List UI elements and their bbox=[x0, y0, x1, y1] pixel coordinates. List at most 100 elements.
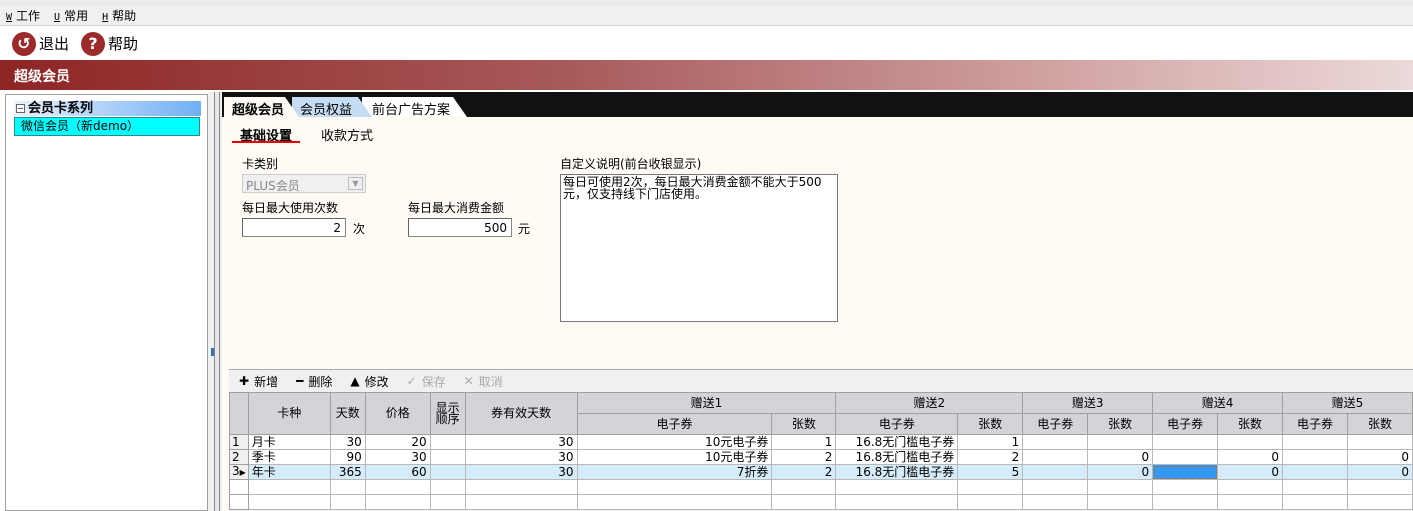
col-gift4-coupon[interactable]: 电子券 bbox=[1152, 413, 1219, 435]
row-number[interactable] bbox=[229, 479, 249, 495]
cell-g1c[interactable]: 10元电子券 bbox=[576, 434, 773, 450]
cell-valid[interactable]: 30 bbox=[464, 449, 578, 465]
cell-g1c[interactable] bbox=[576, 494, 773, 510]
cell-card[interactable]: 年卡 bbox=[247, 464, 331, 480]
col-gift1-count[interactable]: 张数 bbox=[771, 413, 837, 435]
cell-valid[interactable] bbox=[464, 494, 578, 510]
cell-order[interactable] bbox=[429, 464, 466, 480]
cell-g3c[interactable] bbox=[1022, 434, 1089, 450]
col-valid-days[interactable]: 券有效天数 bbox=[464, 392, 578, 435]
splitter-handle[interactable] bbox=[214, 92, 220, 511]
help-button[interactable]: ? 帮助 bbox=[81, 31, 138, 56]
col-gift2-count[interactable]: 张数 bbox=[957, 413, 1024, 435]
cell-g3c[interactable] bbox=[1022, 479, 1089, 495]
cell-price[interactable]: 60 bbox=[364, 464, 431, 480]
cell-g2n[interactable]: 1 bbox=[957, 434, 1024, 450]
cell-g2c[interactable]: 16.8无门槛电子券 bbox=[835, 449, 959, 465]
menu-work[interactable]: W 工作 bbox=[6, 7, 40, 24]
cell-g5n[interactable]: 0 bbox=[1346, 449, 1413, 465]
row-number[interactable] bbox=[229, 494, 249, 510]
col-gift4-count[interactable]: 张数 bbox=[1217, 413, 1283, 435]
max-amount-input[interactable]: 500 bbox=[408, 218, 512, 237]
cell-card[interactable]: 月卡 bbox=[247, 434, 331, 450]
cell-g4n[interactable]: 0 bbox=[1217, 449, 1283, 465]
cell-g5n[interactable]: 0 bbox=[1346, 464, 1413, 480]
cell-g4c[interactable] bbox=[1152, 449, 1219, 465]
cell-g5c[interactable] bbox=[1282, 494, 1348, 510]
cell-g1n[interactable]: 2 bbox=[771, 449, 837, 465]
cell-g5c[interactable] bbox=[1282, 464, 1348, 480]
cell-price[interactable] bbox=[364, 494, 431, 510]
cell-g2n[interactable] bbox=[957, 479, 1024, 495]
cell-g4n[interactable] bbox=[1217, 434, 1283, 450]
cell-card[interactable]: 季卡 bbox=[247, 449, 331, 465]
menu-common[interactable]: U 常用 bbox=[54, 7, 88, 24]
cell-g5n[interactable] bbox=[1346, 494, 1413, 510]
cell-valid[interactable]: 30 bbox=[464, 464, 578, 480]
max-uses-input[interactable]: 2 bbox=[242, 218, 346, 237]
table-row[interactable]: 2 季卡 90 30 30 10元电子券 2 16.8无门槛电子券 2 0 0 0 bbox=[229, 449, 1413, 465]
cell-order[interactable] bbox=[429, 479, 466, 495]
exit-button[interactable]: ↺ 退出 bbox=[12, 31, 69, 56]
cell-order[interactable] bbox=[429, 449, 466, 465]
card-type-select[interactable]: PLUS会员 ▼ bbox=[242, 174, 366, 193]
cell-g5c[interactable] bbox=[1282, 434, 1348, 450]
table-row[interactable]: 1 月卡 30 20 30 10元电子券 1 16.8无门槛电子券 1 bbox=[229, 434, 1413, 450]
cancel-button[interactable]: ✕ 取消 bbox=[464, 373, 503, 390]
cell-price[interactable]: 20 bbox=[364, 434, 431, 450]
cell-g3n[interactable] bbox=[1087, 494, 1154, 510]
cell-days[interactable]: 90 bbox=[329, 449, 366, 465]
cell-g1c[interactable]: 10元电子券 bbox=[576, 449, 773, 465]
col-card[interactable]: 卡种 bbox=[247, 392, 331, 435]
cell-g4c[interactable] bbox=[1152, 494, 1219, 510]
cell-g4c[interactable] bbox=[1152, 464, 1219, 480]
cell-g2c[interactable]: 16.8无门槛电子券 bbox=[835, 464, 959, 480]
cell-g4c[interactable] bbox=[1152, 479, 1219, 495]
tab-super-member[interactable]: 超级会员 bbox=[224, 97, 299, 117]
cell-g1n[interactable] bbox=[771, 479, 837, 495]
cell-card[interactable] bbox=[247, 494, 331, 510]
cell-g1n[interactable]: 2 bbox=[771, 464, 837, 480]
cell-g3n[interactable] bbox=[1087, 434, 1154, 450]
cell-g2c[interactable] bbox=[835, 479, 959, 495]
tab-member-benefits[interactable]: 会员权益 bbox=[292, 97, 372, 117]
tree-root[interactable]: − 会员卡系列 bbox=[14, 101, 201, 116]
subtab-payment-methods[interactable]: 收款方式 bbox=[321, 125, 373, 144]
cell-g2c[interactable] bbox=[835, 494, 959, 510]
cell-order[interactable] bbox=[429, 494, 466, 510]
cell-days[interactable]: 365 bbox=[329, 464, 366, 480]
row-number[interactable]: 1 bbox=[229, 434, 249, 450]
cell-g3c[interactable] bbox=[1022, 464, 1089, 480]
memo-textarea[interactable]: 每日可使用2次，每日最大消费金额不能大于500元，仅支持线下门店使用。 bbox=[560, 174, 838, 322]
cell-g3c[interactable] bbox=[1022, 449, 1089, 465]
cell-g2n[interactable]: 5 bbox=[957, 464, 1024, 480]
table-row[interactable]: 3▶ 年卡 365 60 30 7折券 2 16.8无门槛电子券 5 0 0 0 bbox=[229, 464, 1413, 480]
cell-g4n[interactable]: 0 bbox=[1217, 464, 1283, 480]
cell-valid[interactable] bbox=[464, 479, 578, 495]
cell-card[interactable] bbox=[247, 479, 331, 495]
cell-g3n[interactable] bbox=[1087, 479, 1154, 495]
col-gift5-coupon[interactable]: 电子券 bbox=[1282, 413, 1348, 435]
cell-g3c[interactable] bbox=[1022, 494, 1089, 510]
col-gift3-count[interactable]: 张数 bbox=[1087, 413, 1154, 435]
save-button[interactable]: ✓ 保存 bbox=[407, 373, 446, 390]
cell-g1n[interactable]: 1 bbox=[771, 434, 837, 450]
cell-g4c[interactable] bbox=[1152, 434, 1219, 450]
cell-days[interactable] bbox=[329, 494, 366, 510]
cell-g1c[interactable] bbox=[576, 479, 773, 495]
tree-item[interactable]: 微信会员（新demo） bbox=[14, 117, 200, 136]
tab-ad-plan[interactable]: 前台广告方案 bbox=[362, 97, 467, 117]
col-order[interactable]: 显示顺序 bbox=[429, 392, 466, 435]
add-button[interactable]: ✚ 新增 bbox=[239, 373, 278, 390]
cell-g3n[interactable]: 0 bbox=[1087, 449, 1154, 465]
cell-valid[interactable]: 30 bbox=[464, 434, 578, 450]
cell-g5c[interactable] bbox=[1282, 479, 1348, 495]
col-price[interactable]: 价格 bbox=[364, 392, 431, 435]
cell-g4n[interactable] bbox=[1217, 479, 1283, 495]
cell-price[interactable]: 30 bbox=[364, 449, 431, 465]
cell-price[interactable] bbox=[364, 479, 431, 495]
delete-button[interactable]: ━ 删除 bbox=[296, 373, 332, 390]
edit-button[interactable]: ▲ 修改 bbox=[350, 373, 388, 390]
collapse-icon[interactable]: − bbox=[16, 104, 25, 113]
cell-g5c[interactable] bbox=[1282, 449, 1348, 465]
